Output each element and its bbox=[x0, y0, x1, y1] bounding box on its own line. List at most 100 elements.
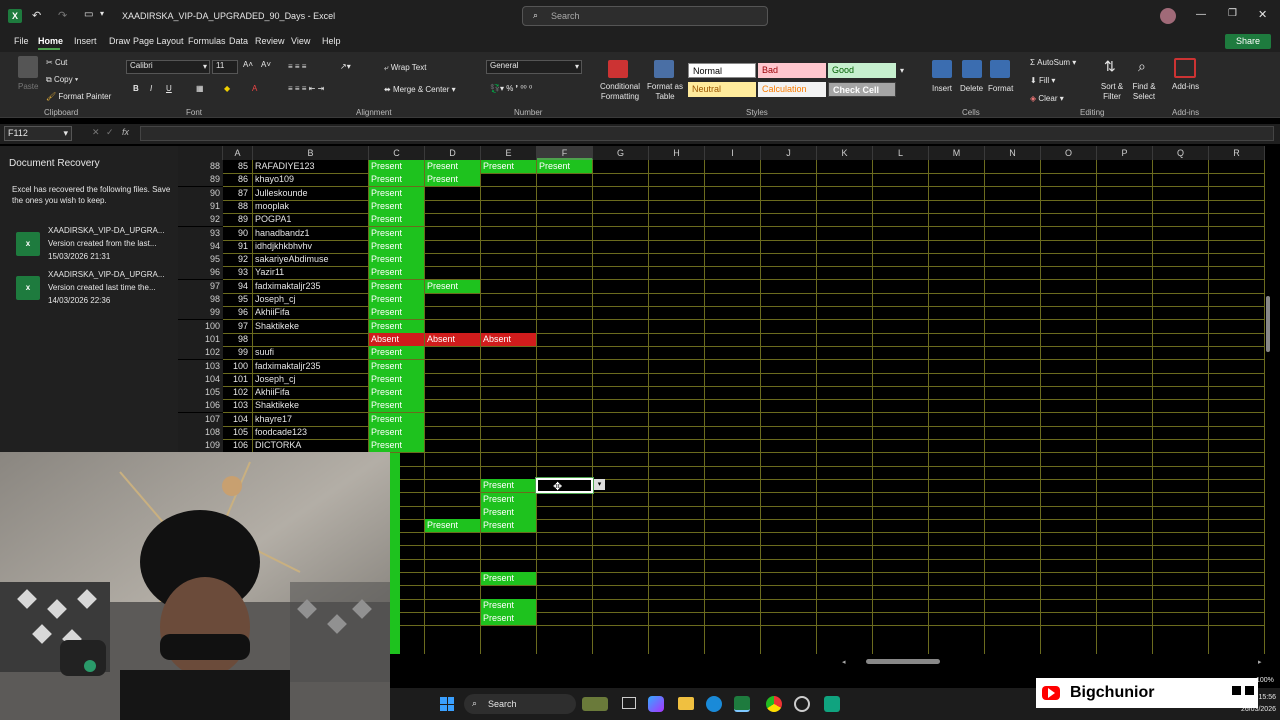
delete-cells-button[interactable]: Delete bbox=[960, 84, 983, 93]
cell-e[interactable] bbox=[481, 466, 536, 479]
cell-f[interactable] bbox=[537, 612, 592, 625]
cell-d[interactable] bbox=[425, 453, 480, 466]
cell-d[interactable] bbox=[425, 187, 480, 200]
delete-cells-icon[interactable] bbox=[962, 60, 982, 78]
row-header[interactable]: 100 bbox=[178, 320, 223, 333]
cell-b[interactable]: Joseph_cj bbox=[253, 373, 368, 386]
cell-e[interactable]: Present bbox=[481, 519, 536, 532]
formula-input[interactable] bbox=[140, 126, 1274, 141]
cell-e[interactable]: Present bbox=[481, 493, 536, 506]
cell-a[interactable]: 96 bbox=[223, 306, 252, 319]
add-ins-button[interactable]: Add-ins bbox=[1172, 82, 1199, 91]
fill-color-icon[interactable]: ◆ bbox=[224, 84, 230, 93]
cell-e[interactable] bbox=[481, 200, 536, 213]
cell-f[interactable] bbox=[537, 333, 592, 346]
cell-e[interactable] bbox=[481, 213, 536, 226]
cell-f[interactable] bbox=[537, 240, 592, 253]
cell-d[interactable] bbox=[425, 293, 480, 306]
cell-a[interactable]: 104 bbox=[223, 413, 252, 426]
row-header[interactable]: 93 bbox=[178, 227, 223, 240]
row-header[interactable]: 94 bbox=[178, 240, 223, 253]
number-format-icons[interactable]: 💱▾ % ❜ ⁰⁰ ⁰ bbox=[490, 84, 532, 93]
row-header[interactable]: 106 bbox=[178, 399, 223, 412]
recovery-file-1[interactable]: x XAADIRSKA_VIP-DA_UPGRA... Version crea… bbox=[12, 226, 174, 266]
column-header-c[interactable]: C bbox=[369, 146, 425, 160]
cell-f[interactable] bbox=[537, 253, 592, 266]
cell-a[interactable]: 92 bbox=[223, 253, 252, 266]
cell-a[interactable]: 95 bbox=[223, 293, 252, 306]
row-header[interactable]: 97 bbox=[178, 280, 223, 293]
copilot-icon[interactable] bbox=[648, 696, 664, 712]
cell-c[interactable]: Present bbox=[369, 213, 424, 226]
row-header[interactable]: 88 bbox=[178, 160, 223, 173]
cell-d[interactable] bbox=[425, 506, 480, 519]
cell-d[interactable] bbox=[425, 586, 480, 599]
format-cells-button[interactable]: Format bbox=[988, 84, 1013, 93]
style-check-cell[interactable]: Check Cell bbox=[828, 82, 896, 97]
cell-e[interactable] bbox=[481, 453, 536, 466]
cell-a[interactable]: 102 bbox=[223, 386, 252, 399]
cell-f[interactable] bbox=[537, 320, 592, 333]
cell-f[interactable] bbox=[537, 399, 592, 412]
cell-f[interactable] bbox=[537, 306, 592, 319]
borders-icon[interactable]: ▦ bbox=[196, 84, 204, 93]
cell-d[interactable] bbox=[425, 240, 480, 253]
cell-a[interactable]: 86 bbox=[223, 173, 252, 186]
excel-taskbar-icon[interactable] bbox=[734, 696, 750, 712]
cell-d[interactable] bbox=[425, 546, 480, 559]
cell-f[interactable] bbox=[537, 586, 592, 599]
column-header-i[interactable]: I bbox=[705, 146, 761, 160]
style-neutral[interactable]: Neutral bbox=[688, 82, 756, 97]
tab-draw[interactable]: Draw bbox=[103, 36, 130, 46]
cell-e[interactable] bbox=[481, 426, 536, 439]
cell-e[interactable] bbox=[481, 559, 536, 572]
column-header-f[interactable]: F bbox=[537, 146, 593, 160]
cell-d[interactable] bbox=[425, 399, 480, 412]
edge-icon[interactable] bbox=[706, 696, 722, 712]
cell-b[interactable]: foodcade123 bbox=[253, 426, 368, 439]
column-header-g[interactable]: G bbox=[593, 146, 649, 160]
cell-a[interactable]: 85 bbox=[223, 160, 252, 173]
insert-cells-icon[interactable] bbox=[932, 60, 952, 78]
cell-c[interactable]: Present bbox=[369, 439, 424, 452]
cell-d[interactable] bbox=[425, 426, 480, 439]
cell-b[interactable]: AkhiiFifa bbox=[253, 386, 368, 399]
cell-b[interactable]: RAFADIYE123 bbox=[253, 160, 368, 173]
conditional-formatting-icon[interactable] bbox=[608, 60, 628, 78]
cell-e[interactable]: Present bbox=[481, 599, 536, 612]
tab-home[interactable]: Home bbox=[32, 36, 68, 50]
column-header-p[interactable]: P bbox=[1097, 146, 1153, 160]
cell-a[interactable]: 89 bbox=[223, 213, 252, 226]
autosum-button[interactable]: Σ AutoSum ▾ bbox=[1030, 58, 1076, 67]
align-top-icon[interactable]: ≡ ≡ ≡ bbox=[288, 62, 306, 71]
cell-a[interactable]: 101 bbox=[223, 373, 252, 386]
cell-f[interactable] bbox=[537, 386, 592, 399]
cell-c[interactable]: Present bbox=[369, 426, 424, 439]
scroll-left-icon[interactable]: ◂ bbox=[842, 658, 846, 666]
cell-e[interactable] bbox=[481, 173, 536, 186]
cell-f[interactable] bbox=[537, 413, 592, 426]
cell-c[interactable]: Present bbox=[369, 266, 424, 279]
sort-filter-icon[interactable]: ⇅ bbox=[1104, 58, 1116, 75]
cell-d[interactable] bbox=[425, 572, 480, 585]
italic-icon[interactable]: I bbox=[150, 84, 152, 93]
row-header[interactable]: 91 bbox=[178, 200, 223, 213]
cell-a[interactable]: 99 bbox=[223, 346, 252, 359]
cell-d[interactable] bbox=[425, 493, 480, 506]
tab-data[interactable]: Data bbox=[223, 36, 249, 46]
undo-icon[interactable]: ↶ bbox=[32, 9, 41, 22]
cell-e[interactable] bbox=[481, 187, 536, 200]
row-header[interactable]: 108 bbox=[178, 426, 223, 439]
cell-f[interactable] bbox=[537, 346, 592, 359]
format-as-table-icon[interactable] bbox=[654, 60, 674, 78]
cell-a[interactable]: 88 bbox=[223, 200, 252, 213]
cell-f[interactable] bbox=[537, 493, 592, 506]
cell-e[interactable] bbox=[481, 532, 536, 545]
cell-c[interactable]: Present bbox=[369, 320, 424, 333]
cell-b[interactable]: Joseph_cj bbox=[253, 293, 368, 306]
cell-f[interactable] bbox=[537, 200, 592, 213]
cell-c[interactable]: Present bbox=[369, 346, 424, 359]
cell-d[interactable]: Present bbox=[425, 160, 480, 173]
row-header[interactable]: 104 bbox=[178, 373, 223, 386]
redo-icon[interactable]: ↷ bbox=[58, 9, 67, 22]
